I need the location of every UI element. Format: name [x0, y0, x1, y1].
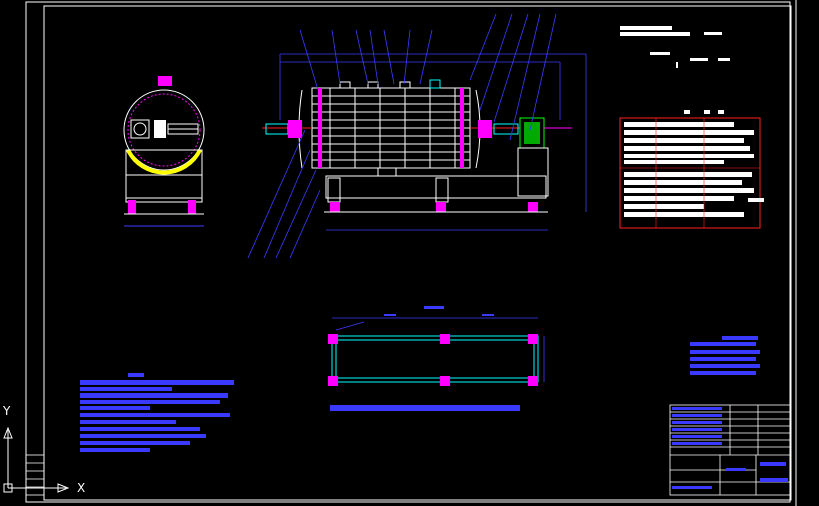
- foundation-note: [330, 405, 520, 411]
- ucs-icon: [3, 426, 70, 493]
- technical-notes: [80, 373, 234, 452]
- title-block: [669, 404, 791, 496]
- end-view-drum: [123, 76, 205, 227]
- revision-block: [25, 454, 45, 496]
- side-view-dryer: [262, 79, 572, 213]
- cad-drawing-canvas[interactable]: [0, 0, 819, 506]
- parameter-table: [619, 110, 764, 229]
- ucs-x-label: X: [77, 481, 86, 495]
- ucs-y-label: Y: [3, 404, 11, 418]
- nozzle-legend: [690, 336, 760, 375]
- title-text-blocks: [620, 26, 730, 68]
- foundation-plan: [328, 306, 545, 386]
